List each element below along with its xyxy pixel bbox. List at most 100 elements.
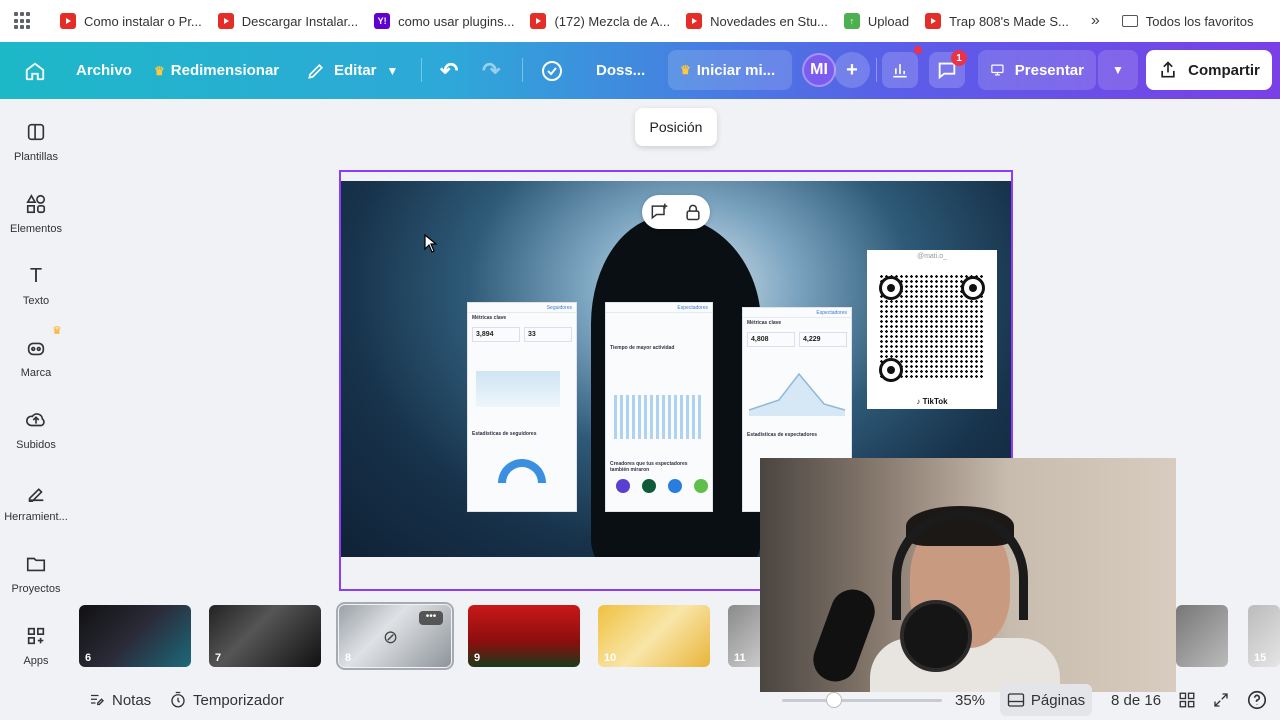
- sidebar-item-proyectos[interactable]: Proyectos: [0, 553, 72, 595]
- position-tooltip: Posición: [635, 108, 717, 146]
- share-icon: [1161, 61, 1175, 78]
- lock-icon[interactable]: [683, 202, 703, 222]
- page-count: 8 de 16: [1111, 691, 1162, 709]
- toolbar-divider: [421, 58, 422, 82]
- toolbar-divider: [522, 58, 523, 82]
- insights-button[interactable]: [882, 52, 918, 88]
- bookmarks-more-button[interactable]: »: [1091, 12, 1100, 30]
- bookmark-item[interactable]: Novedades en Stu...: [686, 13, 828, 29]
- bookmark-item[interactable]: ↑ Upload: [843, 13, 909, 29]
- presentar-button[interactable]: Presentar: [978, 50, 1096, 90]
- analytics-card-activity[interactable]: Espectadores Tiempo de mayor actividad C…: [605, 302, 713, 512]
- page-thumbnail[interactable]: 15: [1248, 605, 1280, 667]
- sidebar-item-elementos[interactable]: Elementos: [0, 193, 72, 235]
- redo-icon: ↷: [482, 57, 501, 83]
- save-status-button[interactable]: [540, 51, 564, 91]
- zoom-level[interactable]: 35%: [955, 692, 985, 709]
- add-collaborator-button[interactable]: +: [834, 52, 870, 88]
- home-button[interactable]: [24, 51, 46, 91]
- floating-toolbar: [642, 195, 710, 229]
- sidebar-item-herramientas[interactable]: Herramient...: [0, 481, 72, 523]
- left-sidebar: Plantillas Elementos T Texto Marca ♛ Sub…: [0, 99, 72, 720]
- redo-button[interactable]: ↷: [482, 51, 500, 91]
- youtube-icon: [60, 13, 76, 29]
- crown-icon: ♛: [680, 63, 691, 77]
- more-options-icon[interactable]: •••: [419, 611, 443, 625]
- sidebar-item-plantillas[interactable]: Plantillas: [0, 121, 72, 163]
- fullscreen-icon[interactable]: [1212, 691, 1230, 709]
- analytics-card-followers[interactable]: Seguidores Métricas clave 3,894 33 Estad…: [467, 302, 577, 512]
- timer-icon: [171, 691, 185, 708]
- chevron-down-icon: ▼: [1112, 63, 1124, 77]
- creator-avatar: [668, 479, 682, 493]
- cloud-check-icon: [542, 60, 562, 81]
- crown-icon: ♛: [154, 63, 165, 78]
- creator-avatar: [642, 479, 656, 493]
- pages-icon: [1007, 693, 1025, 707]
- add-comment-icon[interactable]: [649, 202, 669, 222]
- comments-badge: 1: [951, 50, 967, 66]
- bookmark-item[interactable]: Descargar Instalar...: [217, 13, 358, 29]
- brand-icon: [25, 337, 47, 359]
- creator-avatar: [694, 479, 708, 493]
- page-thumbnail[interactable]: 10: [598, 605, 710, 667]
- page-thumbnail[interactable]: [1176, 605, 1228, 667]
- pop-filter: [900, 600, 972, 672]
- undo-button[interactable]: ↶: [440, 51, 458, 91]
- qr-finder: [961, 276, 985, 300]
- pages-button[interactable]: Páginas: [1000, 684, 1092, 716]
- all-favorites-folder[interactable]: Todos los favoritos: [1121, 14, 1253, 29]
- bookmark-item[interactable]: Como instalar o Pr...: [60, 13, 202, 29]
- crown-icon: ♛: [52, 325, 62, 337]
- pencil-icon: [308, 63, 324, 79]
- zoom-slider[interactable]: [782, 699, 942, 702]
- help-icon[interactable]: [1246, 689, 1268, 711]
- toolbar-divider: [876, 58, 877, 82]
- present-icon: [991, 64, 1004, 76]
- apps-grid-icon[interactable]: [14, 12, 32, 30]
- sidebar-item-marca[interactable]: Marca: [0, 337, 72, 379]
- yahoo-icon: Y!: [374, 13, 391, 29]
- bottom-bar: Notas Temporizador 35% Páginas 8 de 16: [72, 680, 1280, 720]
- editar-menu[interactable]: Editar ▼: [306, 51, 398, 91]
- page-thumbnail[interactable]: 9: [468, 605, 580, 667]
- redimensionar-button[interactable]: ♛ Redimensionar: [154, 51, 279, 91]
- chevron-down-icon: ▼: [386, 63, 399, 78]
- apps-icon: [25, 625, 47, 647]
- folder-icon: [25, 553, 47, 575]
- timer-button[interactable]: Temporizador: [169, 691, 284, 709]
- grid-view-icon[interactable]: [1178, 691, 1196, 709]
- document-title[interactable]: Doss...: [596, 51, 645, 91]
- mouse-cursor-icon: [424, 234, 438, 253]
- webcam-overlay: [760, 458, 1176, 692]
- donut-chart: [498, 459, 546, 483]
- presentar-options-button[interactable]: ▼: [1098, 50, 1138, 90]
- sidebar-item-texto[interactable]: T Texto: [0, 265, 72, 308]
- youtube-icon: [217, 13, 234, 29]
- notes-button[interactable]: Notas: [88, 691, 151, 709]
- zoom-slider-handle[interactable]: [826, 692, 842, 708]
- area-chart: [476, 371, 560, 407]
- home-icon: [25, 62, 45, 80]
- notes-icon: [91, 694, 104, 706]
- compartir-button[interactable]: Compartir: [1146, 50, 1272, 90]
- iniciar-button[interactable]: ♛ Iniciar mi...: [668, 50, 792, 90]
- page-thumbnail[interactable]: 7: [209, 605, 321, 667]
- folder-icon: [1121, 15, 1138, 27]
- bookmarks-bar: Como instalar o Pr... Descargar Instalar…: [0, 0, 1280, 42]
- avatar[interactable]: MI: [802, 53, 836, 87]
- youtube-icon: [686, 13, 703, 29]
- qr-finder: [879, 358, 903, 382]
- archivo-menu[interactable]: Archivo: [76, 51, 132, 91]
- undo-icon: ↶: [440, 57, 459, 83]
- bookmark-item[interactable]: Y! como usar plugins...: [374, 13, 514, 29]
- page-thumbnail[interactable]: 6: [79, 605, 191, 667]
- qr-finder: [879, 276, 903, 300]
- bar-chart: [614, 395, 702, 439]
- bookmark-item[interactable]: Trap 808's Made S...: [925, 13, 1069, 29]
- bookmark-item[interactable]: (172) Mezcla de A...: [530, 13, 670, 29]
- tiktok-qr-code[interactable]: @mati.o_ ♪ TikTok: [867, 250, 997, 409]
- sidebar-item-apps[interactable]: Apps: [0, 625, 72, 667]
- sidebar-item-subidos[interactable]: Subidos: [0, 409, 72, 451]
- page-thumbnail-selected[interactable]: 8 ••• ⊘: [336, 602, 454, 670]
